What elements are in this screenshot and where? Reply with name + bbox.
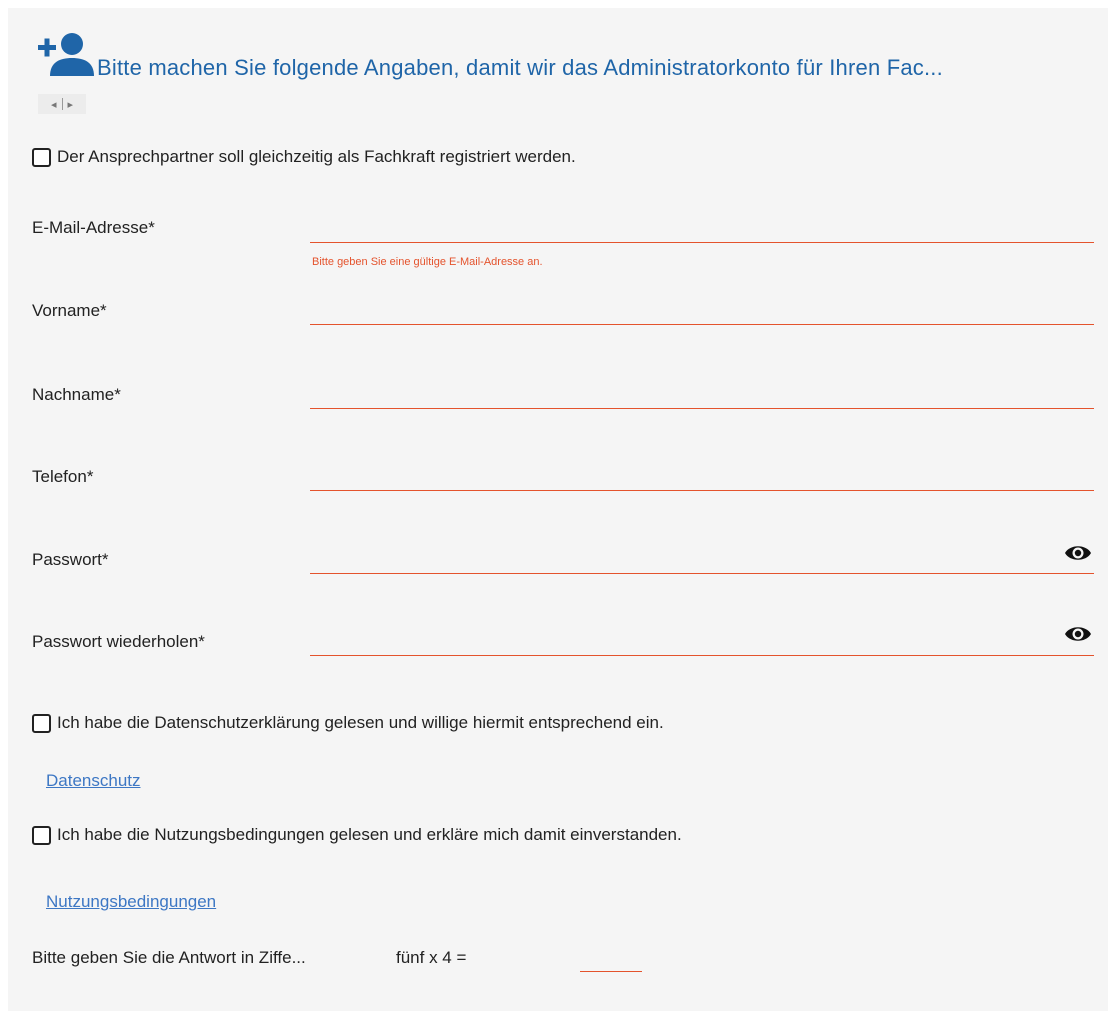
privacy-checkbox[interactable] [32,713,51,733]
password-label: Passwort* [32,550,109,569]
privacy-checkbox-label: Ich habe die Datenschutzerklärung gelese… [57,713,664,732]
password-repeat-field[interactable] [310,655,1094,656]
terms-checkbox[interactable] [32,825,51,845]
page-title: Bitte machen Sie folgende Angaben, damit… [97,55,943,80]
firstname-label: Vorname* [32,301,107,320]
password-field[interactable] [310,573,1094,574]
horizontal-scroller[interactable]: ◂ ▸ [38,94,86,114]
add-user-icon [36,32,98,78]
captcha-label: Bitte geben Sie die Antwort in Ziffe... [32,948,306,967]
phone-label: Telefon* [32,467,94,486]
email-field[interactable] [310,242,1094,243]
eye-icon[interactable] [1063,543,1093,563]
lastname-label: Nachname* [32,385,121,404]
captcha-answer-field[interactable] [580,971,642,972]
phone-field[interactable] [310,490,1094,491]
terms-link[interactable]: Nutzungsbedingungen [46,892,216,912]
captcha-question: fünf x 4 = [396,948,467,967]
privacy-link[interactable]: Datenschutz [46,771,141,791]
scroller-divider [61,98,63,110]
specialist-checkbox-label: Der Ansprechpartner soll gleichzeitig al… [57,147,576,166]
lastname-field[interactable] [310,408,1094,409]
specialist-checkbox-row[interactable]: Der Ansprechpartner soll gleichzeitig al… [32,147,576,167]
eye-icon[interactable] [1063,624,1093,644]
privacy-checkbox-row[interactable]: Ich habe die Datenschutzerklärung gelese… [32,713,664,733]
email-label: E-Mail-Adresse* [32,218,155,237]
scroll-left-icon[interactable]: ◂ [48,98,60,111]
password-repeat-label: Passwort wiederholen* [32,632,205,651]
scroll-right-icon[interactable]: ▸ [65,98,77,111]
firstname-field[interactable] [310,324,1094,325]
terms-checkbox-row[interactable]: Ich habe die Nutzungsbedingungen gelesen… [32,825,682,845]
specialist-checkbox[interactable] [32,147,51,167]
email-error-message: Bitte geben Sie eine gültige E-Mail-Adre… [312,256,543,268]
terms-checkbox-label: Ich habe die Nutzungsbedingungen gelesen… [57,825,682,844]
